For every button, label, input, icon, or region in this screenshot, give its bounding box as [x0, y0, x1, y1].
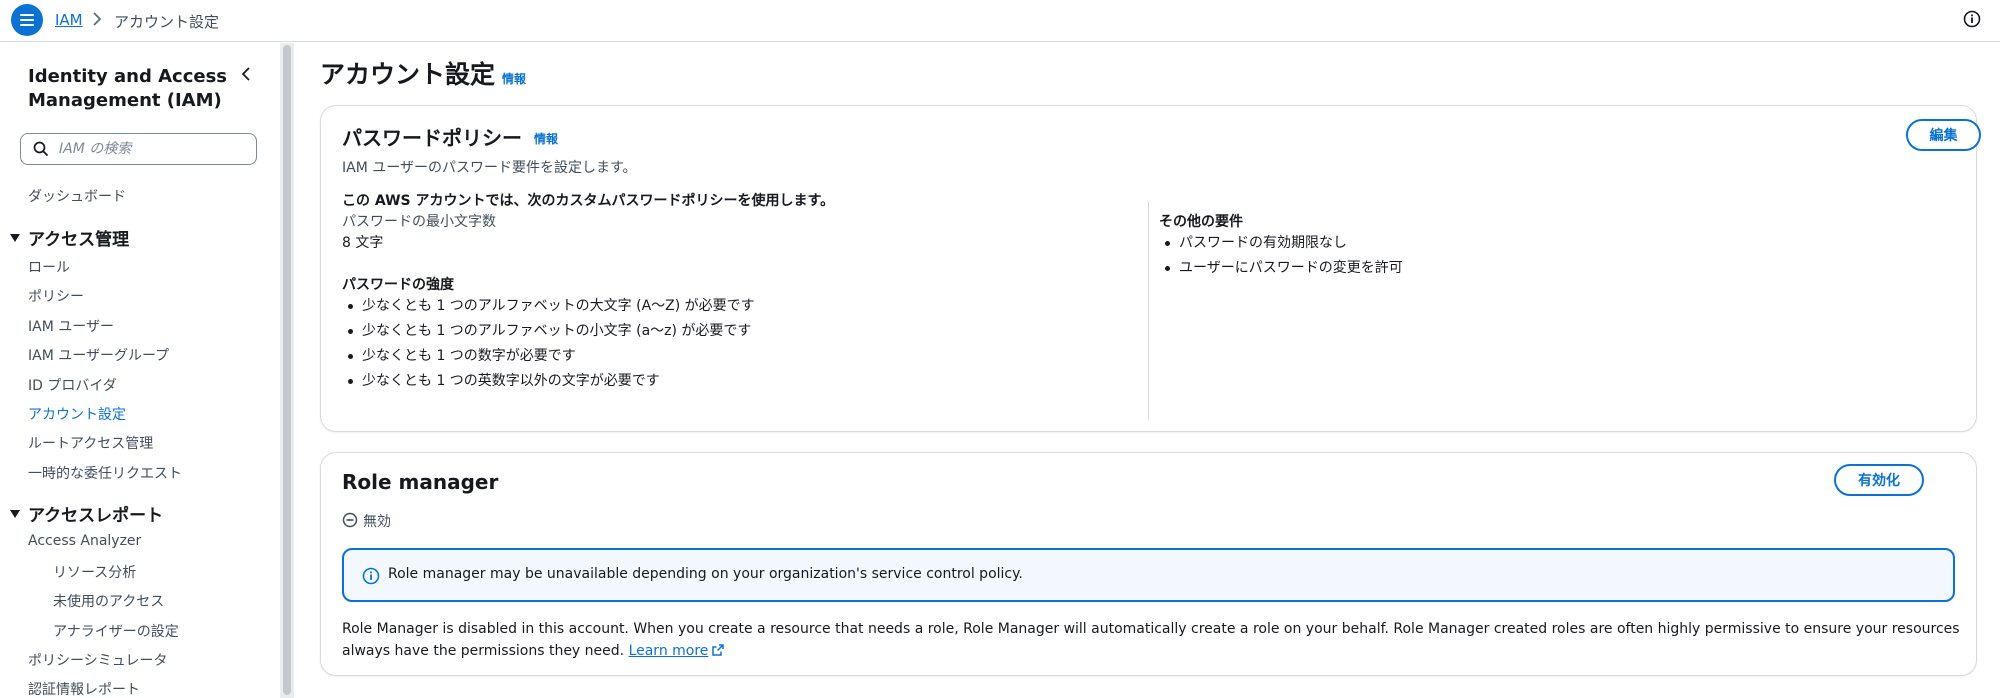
sidebar-scrollbar[interactable]	[280, 43, 294, 698]
password-strength-heading: パスワードの強度	[342, 277, 454, 293]
chevron-left-icon[interactable]	[238, 65, 254, 83]
page-title: アカウント設定	[320, 60, 496, 89]
column-divider	[1148, 202, 1149, 420]
sidebar-section-access-reports[interactable]: アクセスレポート	[10, 501, 163, 526]
sidebar-item-access-analyzer[interactable]: Access Analyzer	[28, 533, 141, 549]
search-input[interactable]	[59, 141, 239, 157]
password-policy-card: パスワードポリシー 情報 編集 IAM ユーザーのパスワード要件を設定します。 …	[320, 105, 1981, 432]
sidebar-section-label: アクセス管理	[28, 230, 130, 250]
breadcrumb-current: アカウント設定	[114, 13, 220, 31]
search-field[interactable]	[20, 133, 257, 165]
enable-button[interactable]: 有効化	[1834, 464, 1924, 496]
sidebar-item-root-access-management[interactable]: ルートアクセス管理	[28, 433, 153, 453]
min-length-label: パスワードの最小文字数	[342, 214, 496, 230]
caret-down-icon	[10, 233, 20, 242]
password-policy-title: パスワードポリシー	[342, 126, 522, 150]
caret-down-icon	[10, 509, 20, 518]
learn-more-link[interactable]: Learn more	[629, 643, 726, 659]
breadcrumb-iam-link[interactable]: IAM	[55, 11, 83, 29]
info-icon[interactable]	[1963, 10, 1981, 28]
external-link-icon	[712, 644, 725, 656]
list-item: 少なくとも 1 つのアルファベットの小文字 (a〜z) が必要です	[342, 319, 755, 344]
sidebar-section-label: アクセスレポート	[28, 506, 164, 526]
role-manager-description: Role Manager is disabled in this account…	[342, 621, 1960, 659]
alert-message: Role manager may be unavailable dependin…	[388, 566, 1023, 582]
sidebar-item-policies[interactable]: ポリシー	[28, 286, 84, 306]
role-manager-alert: Role manager may be unavailable dependin…	[342, 548, 1955, 602]
menu-icon[interactable]	[11, 4, 43, 36]
password-policy-subtitle: IAM ユーザーのパスワード要件を設定します。	[342, 160, 637, 176]
list-item: パスワードの有効期限なし	[1159, 231, 1403, 256]
sidebar-item-unused-access[interactable]: 未使用のアクセス	[53, 591, 164, 611]
sidebar-item-analyzer-settings[interactable]: アナライザーの設定	[53, 621, 179, 641]
sidebar-item-dashboard[interactable]: ダッシュボード	[28, 186, 126, 206]
role-manager-title: Role manager	[342, 470, 499, 494]
password-strength-list: 少なくとも 1 つのアルファベットの大文字 (A〜Z) が必要です 少なくとも …	[342, 294, 755, 394]
top-navigation-bar: IAM アカウント設定	[0, 0, 2000, 42]
sidebar-item-id-providers[interactable]: ID プロバイダ	[28, 375, 117, 395]
password-policy-info-link[interactable]: 情報	[534, 130, 558, 147]
sidebar-title: Identity and Access Management (IAM)	[28, 66, 228, 111]
role-manager-status: 無効	[363, 514, 391, 530]
sidebar-item-temporary-delegation-requests[interactable]: 一時的な委任リクエスト	[28, 463, 182, 483]
info-icon	[362, 567, 380, 585]
main-content: アカウント設定 情報 パスワードポリシー 情報 編集 IAM ユーザーのパスワー…	[294, 43, 2000, 698]
side-navigation: Identity and Access Management (IAM) ダッシ…	[0, 43, 280, 698]
edit-button[interactable]: 編集	[1906, 119, 1981, 151]
sidebar-item-resource-analysis[interactable]: リソース分析	[53, 562, 136, 582]
page-info-link[interactable]: 情報	[502, 70, 526, 87]
sidebar-item-account-settings[interactable]: アカウント設定	[28, 404, 126, 424]
sidebar-item-iam-user-groups[interactable]: IAM ユーザーグループ	[28, 345, 169, 365]
sidebar-item-credential-report[interactable]: 認証情報レポート	[28, 679, 140, 698]
other-requirements-heading: その他の要件	[1159, 214, 1243, 230]
list-item: 少なくとも 1 つの数字が必要です	[342, 344, 755, 369]
chevron-right-icon	[93, 12, 102, 26]
policy-statement: この AWS アカウントでは、次のカスタムパスワードポリシーを使用します。	[342, 193, 835, 209]
sidebar-item-iam-users[interactable]: IAM ユーザー	[28, 316, 114, 336]
role-manager-card: Role manager 有効化 無効 Role manager may be …	[320, 452, 1977, 676]
list-item: ユーザーにパスワードの変更を許可	[1159, 256, 1403, 281]
min-length-value: 8 文字	[342, 235, 384, 251]
scrollbar-thumb[interactable]	[283, 45, 291, 695]
list-item: 少なくとも 1 つのアルファベットの大文字 (A〜Z) が必要です	[342, 294, 755, 319]
sidebar-item-roles[interactable]: ロール	[28, 257, 70, 277]
other-requirements-list: パスワードの有効期限なし ユーザーにパスワードの変更を許可	[1159, 231, 1403, 281]
sidebar-section-access-management[interactable]: アクセス管理	[10, 225, 129, 250]
sidebar-item-policy-simulator[interactable]: ポリシーシミュレータ	[28, 650, 167, 670]
status-disabled-icon	[342, 512, 358, 528]
list-item: 少なくとも 1 つの英数字以外の文字が必要です	[342, 369, 755, 394]
search-icon	[33, 141, 49, 157]
